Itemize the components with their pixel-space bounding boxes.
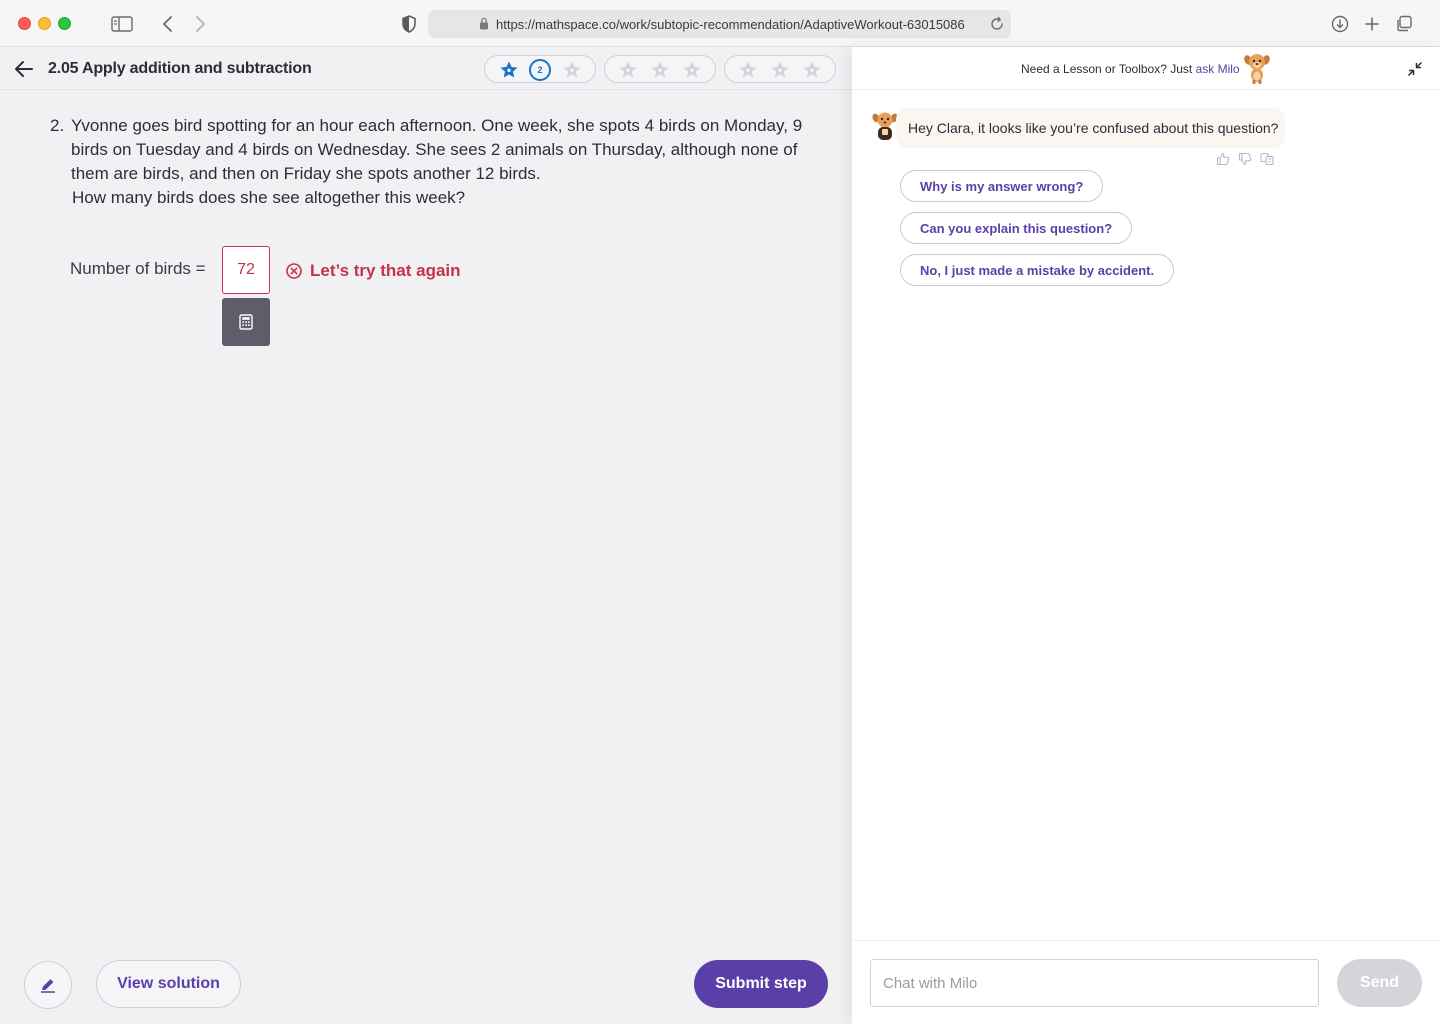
suggestion-why-wrong[interactable]: Why is my answer wrong? [900, 170, 1104, 202]
pencil-icon [41, 979, 55, 993]
feedback-text: Let’s try that again [310, 261, 461, 280]
current-question-indicator: 2 [529, 59, 551, 81]
progress-group-2 [604, 55, 716, 83]
thumbs-up-icon[interactable] [1216, 152, 1230, 166]
question-number: 2. [50, 116, 65, 135]
back-arrow-icon[interactable] [12, 57, 36, 81]
browser-toolbar: https://mathspace.co/work/subtopic-recom… [0, 0, 1440, 47]
calculator-button[interactable] [222, 298, 270, 346]
send-button[interactable]: Send [1337, 959, 1422, 1007]
url-text: https://mathspace.co/work/subtopic-recom… [496, 17, 965, 32]
suggestion-explain-question[interactable]: Can you explain this question? [900, 212, 1133, 244]
workout-header: 2.05 Apply addition and subtraction 2 [0, 47, 852, 90]
new-tab-icon[interactable] [1360, 12, 1384, 36]
empty-star-icon [771, 61, 789, 78]
minimize-window-button[interactable] [38, 17, 51, 30]
lock-icon [479, 17, 489, 35]
tab-overview-icon[interactable] [1392, 12, 1416, 36]
chat-composer: Chat with Milo Send [852, 940, 1440, 1024]
submit-step-button[interactable]: Submit step [694, 960, 828, 1008]
browser-back-icon[interactable] [156, 12, 180, 36]
milo-mascot-icon [1244, 54, 1270, 84]
collapse-chat-icon[interactable] [1405, 59, 1425, 79]
privacy-shield-icon[interactable] [397, 12, 421, 36]
progress-group-3 [724, 55, 836, 83]
answer-label: Number of birds = [70, 259, 206, 278]
error-circle-icon [286, 263, 302, 279]
question-prompt: How many birds does she see altogether t… [72, 188, 466, 207]
page-title: 2.05 Apply addition and subtraction [48, 60, 312, 77]
chat-input[interactable]: Chat with Milo [870, 959, 1319, 1007]
suggestion-made-mistake[interactable]: No, I just made a mistake by accident. [900, 254, 1175, 286]
empty-star-icon [803, 61, 821, 78]
empty-star-icon [563, 61, 581, 78]
close-window-button[interactable] [18, 17, 31, 30]
milo-chat-panel: Need a Lesson or Toolbox? Just ask Milo … [852, 47, 1440, 1024]
chat-header-prefix: Need a Lesson or Toolbox? Just [1021, 62, 1196, 76]
calculator-icon [239, 314, 253, 330]
thumbs-down-icon[interactable] [1238, 152, 1252, 166]
downloads-icon[interactable] [1328, 12, 1352, 36]
address-bar[interactable]: https://mathspace.co/work/subtopic-recom… [428, 10, 1011, 38]
sidebar-toggle-icon[interactable] [110, 12, 134, 36]
ask-milo-link[interactable]: ask Milo [1196, 62, 1240, 76]
translate-icon[interactable] [1260, 152, 1274, 166]
browser-forward-icon[interactable] [188, 12, 212, 36]
message-reactions [1216, 152, 1274, 166]
empty-star-icon [619, 61, 637, 78]
answer-input[interactable]: 72 [222, 246, 270, 294]
empty-star-icon [651, 61, 669, 78]
draw-tool-button[interactable] [24, 961, 72, 1009]
question-text: Yvonne goes bird spotting for an hour ea… [71, 116, 803, 183]
chat-header-text: Need a Lesson or Toolbox? Just ask Milo [1021, 62, 1240, 76]
chat-header: Need a Lesson or Toolbox? Just ask Milo [852, 47, 1440, 90]
empty-star-icon [683, 61, 701, 78]
bot-message-bubble: Hey Clara, it looks like you’re confused… [896, 108, 1285, 148]
zoom-window-button[interactable] [58, 17, 71, 30]
filled-star-icon [500, 61, 518, 78]
progress-group-1: 2 [484, 55, 596, 83]
reload-icon[interactable] [988, 15, 1006, 38]
bot-message-text: Hey Clara, it looks like you’re confused… [908, 120, 1279, 136]
empty-star-icon [739, 61, 757, 78]
incorrect-feedback: Let’s try that again [286, 261, 461, 281]
milo-avatar-icon [872, 112, 898, 140]
view-solution-button[interactable]: View solution [96, 960, 241, 1008]
